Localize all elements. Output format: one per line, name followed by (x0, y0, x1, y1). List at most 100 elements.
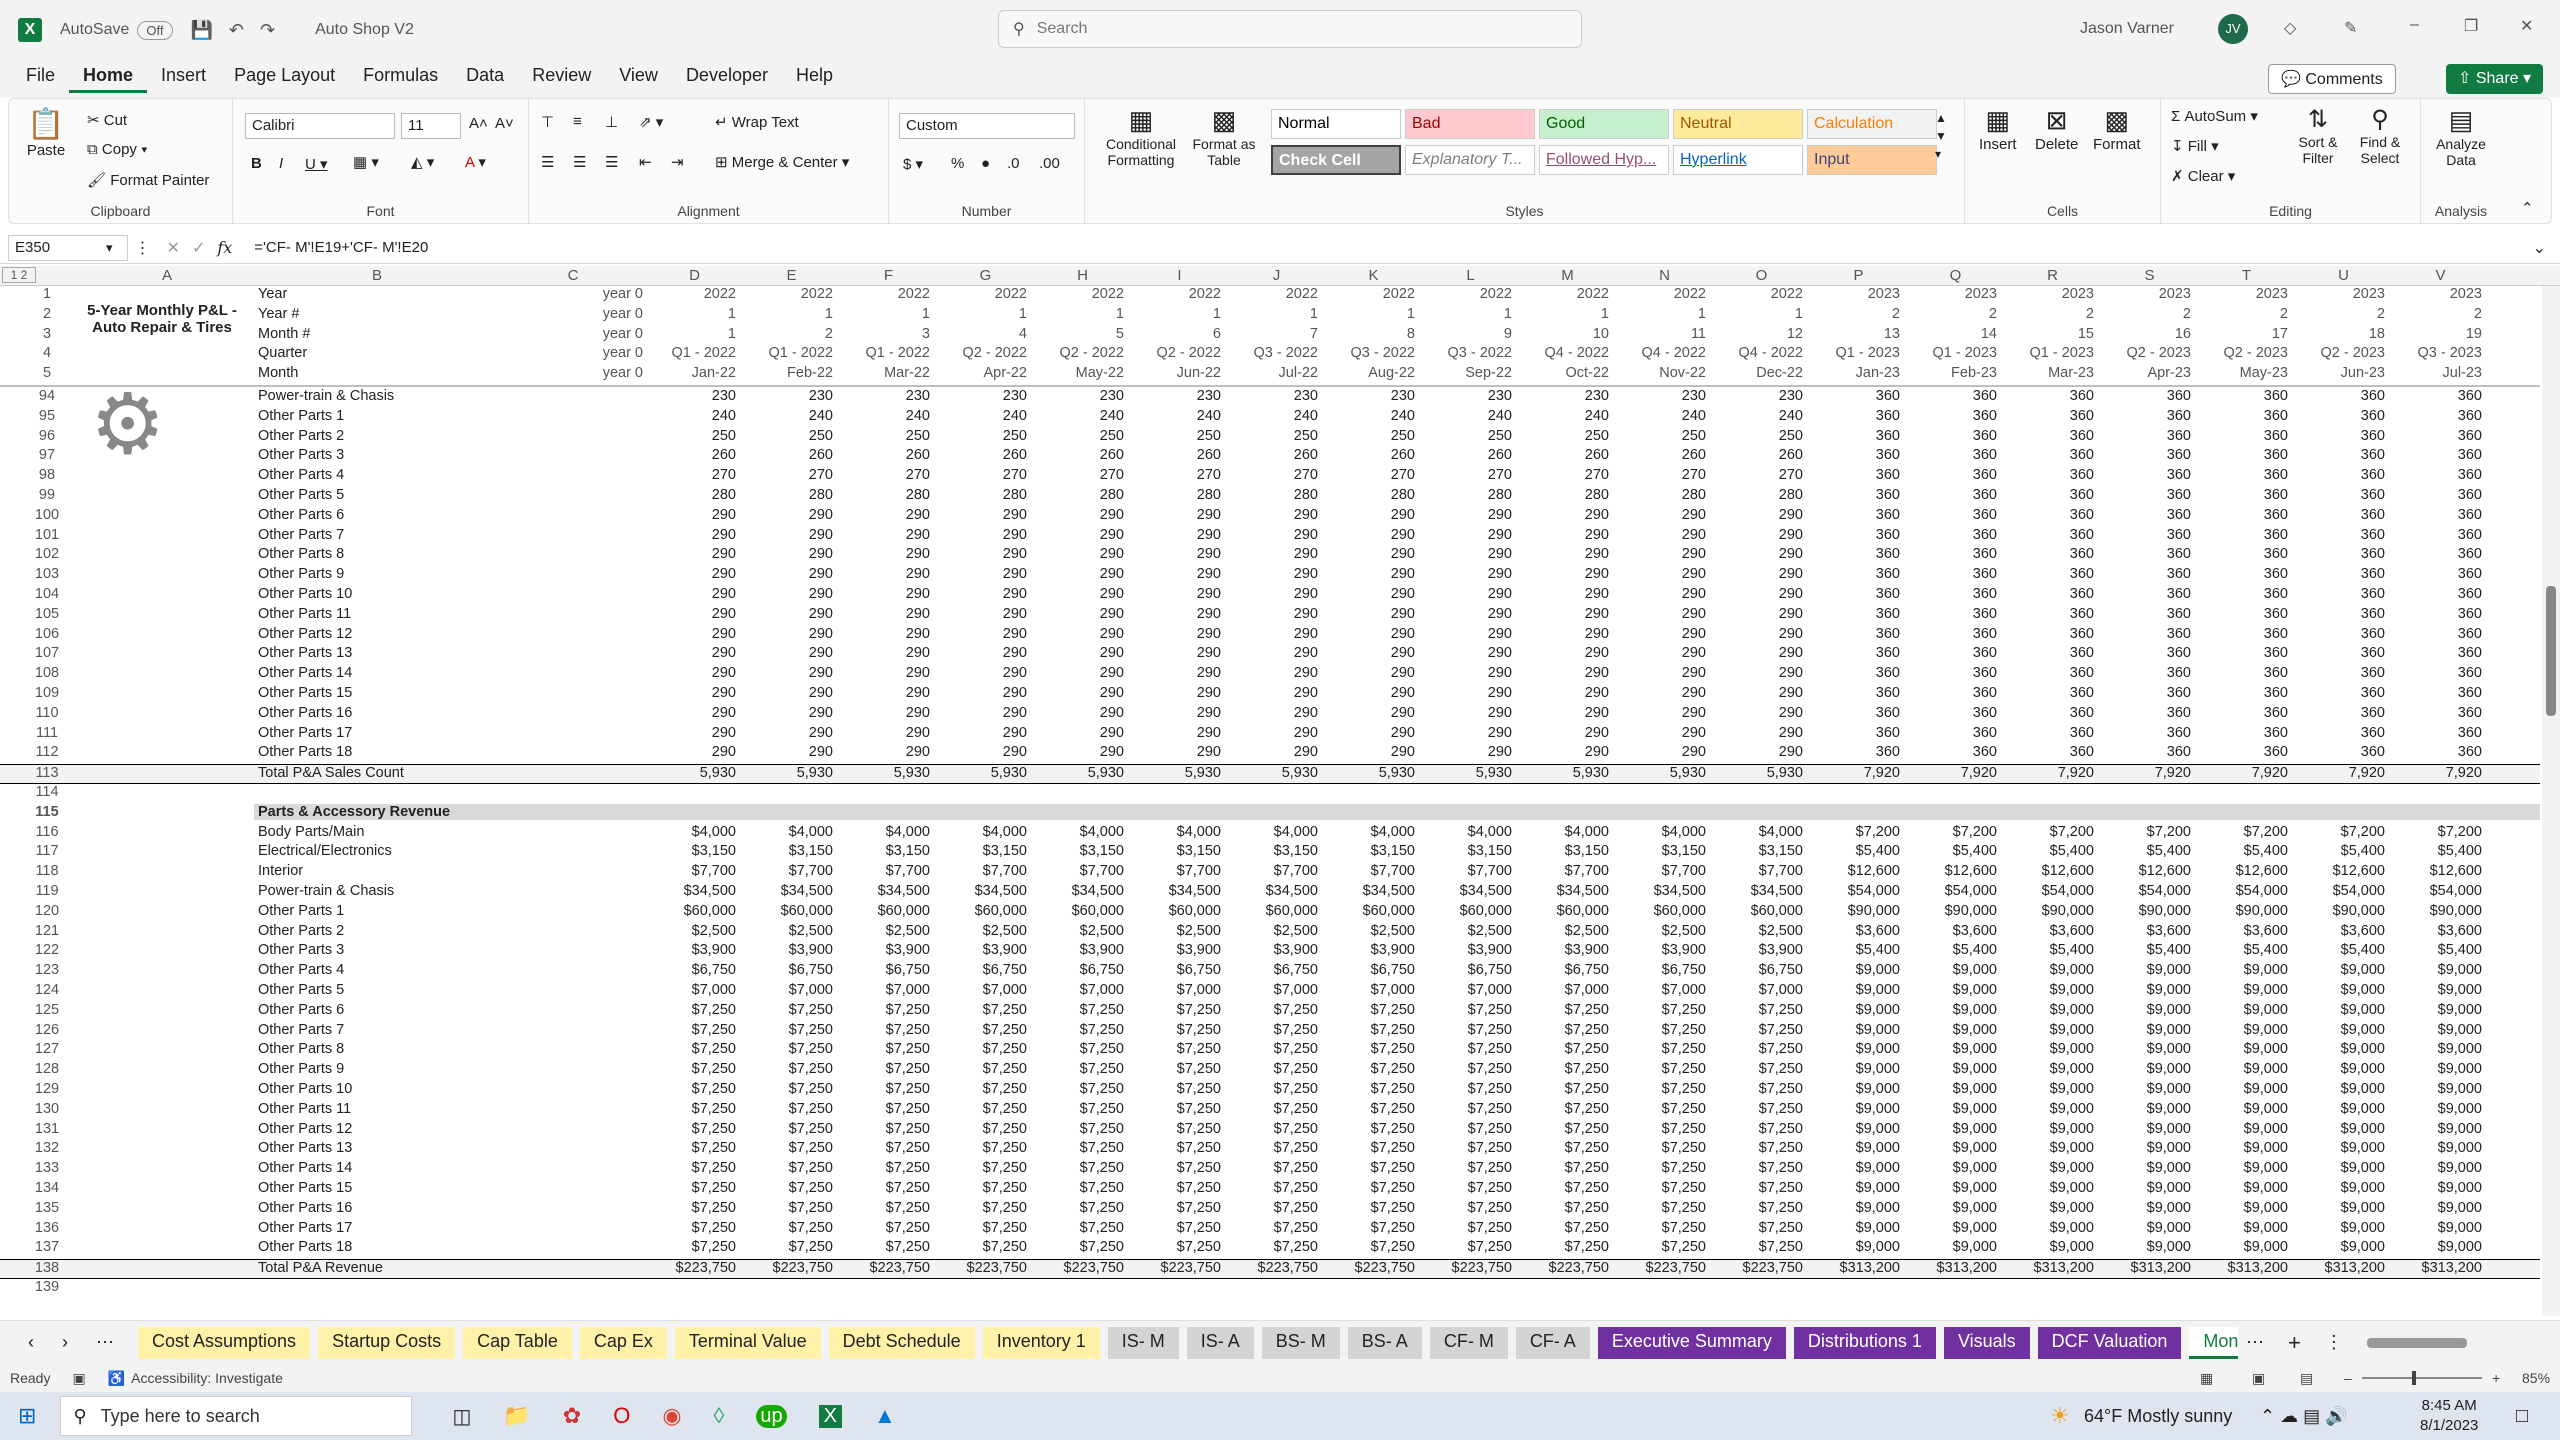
increase-decimal-icon[interactable]: .0 (1007, 155, 1020, 172)
cell-value[interactable]: 360 (1810, 487, 1906, 503)
cell-value[interactable]: 2022 (1131, 286, 1227, 302)
cell-value[interactable]: 2 (2198, 306, 2294, 322)
cell-value[interactable]: $313,200 (2392, 1260, 2488, 1276)
cell-value[interactable]: 360 (2392, 487, 2488, 503)
cell-value[interactable]: 290 (1034, 705, 1130, 721)
cell-value[interactable]: 290 (1616, 546, 1712, 562)
cell-value[interactable]: $223,750 (1519, 1260, 1615, 1276)
zoom-slider[interactable] (2362, 1371, 2482, 1385)
cell-value[interactable]: $9,000 (2295, 1220, 2391, 1236)
photos-icon[interactable]: ▲ (874, 1403, 896, 1429)
cell-value[interactable]: 360 (2004, 626, 2100, 642)
cell-value[interactable]: 290 (1034, 586, 1130, 602)
cell-value[interactable]: $7,700 (1228, 863, 1324, 879)
cell-value[interactable]: $3,900 (1422, 942, 1518, 958)
cell-value[interactable]: $2,500 (743, 923, 839, 939)
percent-icon[interactable]: % (951, 155, 964, 172)
cell-value[interactable]: 290 (1131, 546, 1227, 562)
cell-value[interactable]: $7,250 (1713, 1101, 1809, 1117)
cell-value[interactable]: $7,250 (1228, 1239, 1324, 1255)
cell-value[interactable]: 360 (1810, 566, 1906, 582)
row-label[interactable]: Interior (254, 863, 500, 879)
zoom-level[interactable]: 85% (2522, 1370, 2550, 1386)
cell-value[interactable]: $9,000 (1907, 1081, 2003, 1097)
cell-value[interactable]: $3,150 (1713, 843, 1809, 859)
cell-value[interactable]: $7,250 (840, 1041, 936, 1057)
cell-value[interactable]: 260 (840, 447, 936, 463)
cell-value[interactable]: $7,000 (1325, 982, 1421, 998)
cell-value[interactable]: 290 (1519, 665, 1615, 681)
cell-value[interactable]: $60,000 (840, 903, 936, 919)
cell-value[interactable]: 360 (1810, 408, 1906, 424)
cell-value[interactable]: 360 (2392, 527, 2488, 543)
cell-value[interactable]: $7,250 (1519, 1121, 1615, 1137)
cell-value[interactable]: May-23 (2198, 365, 2294, 381)
cell-value[interactable]: $7,250 (840, 1101, 936, 1117)
cell-value[interactable]: 360 (2101, 685, 2197, 701)
cell-value[interactable]: 290 (1228, 744, 1324, 760)
autosave-toggle[interactable]: Off (137, 20, 173, 40)
cell-value[interactable]: 280 (1616, 487, 1712, 503)
cell-value[interactable]: $7,250 (1228, 1121, 1324, 1137)
cell-value[interactable]: $4,000 (743, 824, 839, 840)
copy-button[interactable]: ⧉ Copy ▾ (87, 141, 147, 158)
cell-value[interactable]: $34,500 (937, 883, 1033, 899)
cell-value[interactable]: 270 (1713, 467, 1809, 483)
cell-value[interactable]: 360 (2004, 408, 2100, 424)
row-label[interactable]: Other Parts 15 (254, 1180, 500, 1196)
cell-value[interactable]: 290 (840, 546, 936, 562)
row-label[interactable]: Other Parts 13 (254, 1140, 500, 1156)
row-label[interactable]: Electrical/Electronics (254, 843, 500, 859)
row-label[interactable]: Other Parts 5 (254, 487, 500, 503)
cell-value[interactable]: 290 (937, 685, 1033, 701)
row-label[interactable]: Month (254, 365, 500, 381)
cell-value[interactable]: $313,200 (2198, 1260, 2294, 1276)
menu-review[interactable]: Review (518, 65, 605, 93)
cell-value[interactable]: 290 (1616, 566, 1712, 582)
cell-value[interactable]: $7,250 (1616, 1140, 1712, 1156)
expand-formula-icon[interactable]: ⌄ (2533, 238, 2546, 258)
row-label[interactable]: Other Parts 10 (254, 1081, 500, 1097)
cell-value[interactable]: $9,000 (2101, 1140, 2197, 1156)
row-number[interactable]: 124 (22, 982, 72, 998)
row-number[interactable]: 105 (22, 606, 72, 622)
cell-value[interactable]: Q3 - 2022 (1422, 345, 1518, 361)
cell-value[interactable]: $7,250 (1131, 1200, 1227, 1216)
clear-button[interactable]: ✗ Clear ▾ (2171, 167, 2235, 185)
cell-value[interactable]: 2 (2392, 306, 2488, 322)
cell-value[interactable]: 230 (1034, 388, 1130, 404)
cell-value[interactable]: 290 (743, 665, 839, 681)
row-base-year[interactable]: year 0 (500, 326, 647, 342)
cell-value[interactable]: $34,500 (1519, 883, 1615, 899)
cell-value[interactable]: $9,000 (2101, 1101, 2197, 1117)
cell-value[interactable]: 290 (1422, 645, 1518, 661)
row-label[interactable]: Other Parts 7 (254, 1022, 500, 1038)
column-header-q[interactable]: Q (1907, 267, 2004, 284)
cell-value[interactable]: 360 (2004, 527, 2100, 543)
cell-value[interactable]: 360 (2392, 645, 2488, 661)
cell-value[interactable]: 290 (937, 507, 1033, 523)
cell-value[interactable]: 1 (1034, 306, 1130, 322)
row-number[interactable]: 127 (22, 1041, 72, 1057)
cell-value[interactable]: 290 (1034, 645, 1130, 661)
cell-value[interactable]: 360 (2198, 645, 2294, 661)
cell-value[interactable]: 360 (2295, 566, 2391, 582)
cell-value[interactable]: $7,200 (2295, 824, 2391, 840)
cell-value[interactable]: 360 (1907, 527, 2003, 543)
cell-value[interactable]: 5,930 (1616, 765, 1712, 781)
row-label[interactable]: Other Parts 2 (254, 923, 500, 939)
cell-value[interactable]: 290 (1713, 586, 1809, 602)
cell-value[interactable]: $7,250 (937, 1140, 1033, 1156)
cell-value[interactable]: $9,000 (2101, 1121, 2197, 1137)
cell-value[interactable]: 290 (1131, 725, 1227, 741)
cell-value[interactable]: 360 (2198, 388, 2294, 404)
cell-value[interactable]: $34,500 (1034, 883, 1130, 899)
cell-value[interactable]: 290 (743, 744, 839, 760)
cell-value[interactable]: 360 (2198, 507, 2294, 523)
cell-value[interactable]: 360 (2101, 566, 2197, 582)
cell-value[interactable]: 7,920 (1810, 765, 1906, 781)
cell-value[interactable]: 240 (1325, 408, 1421, 424)
cell-value[interactable]: 290 (1034, 527, 1130, 543)
cell-value[interactable]: $7,250 (1325, 1041, 1421, 1057)
column-header-c[interactable]: C (500, 267, 646, 284)
